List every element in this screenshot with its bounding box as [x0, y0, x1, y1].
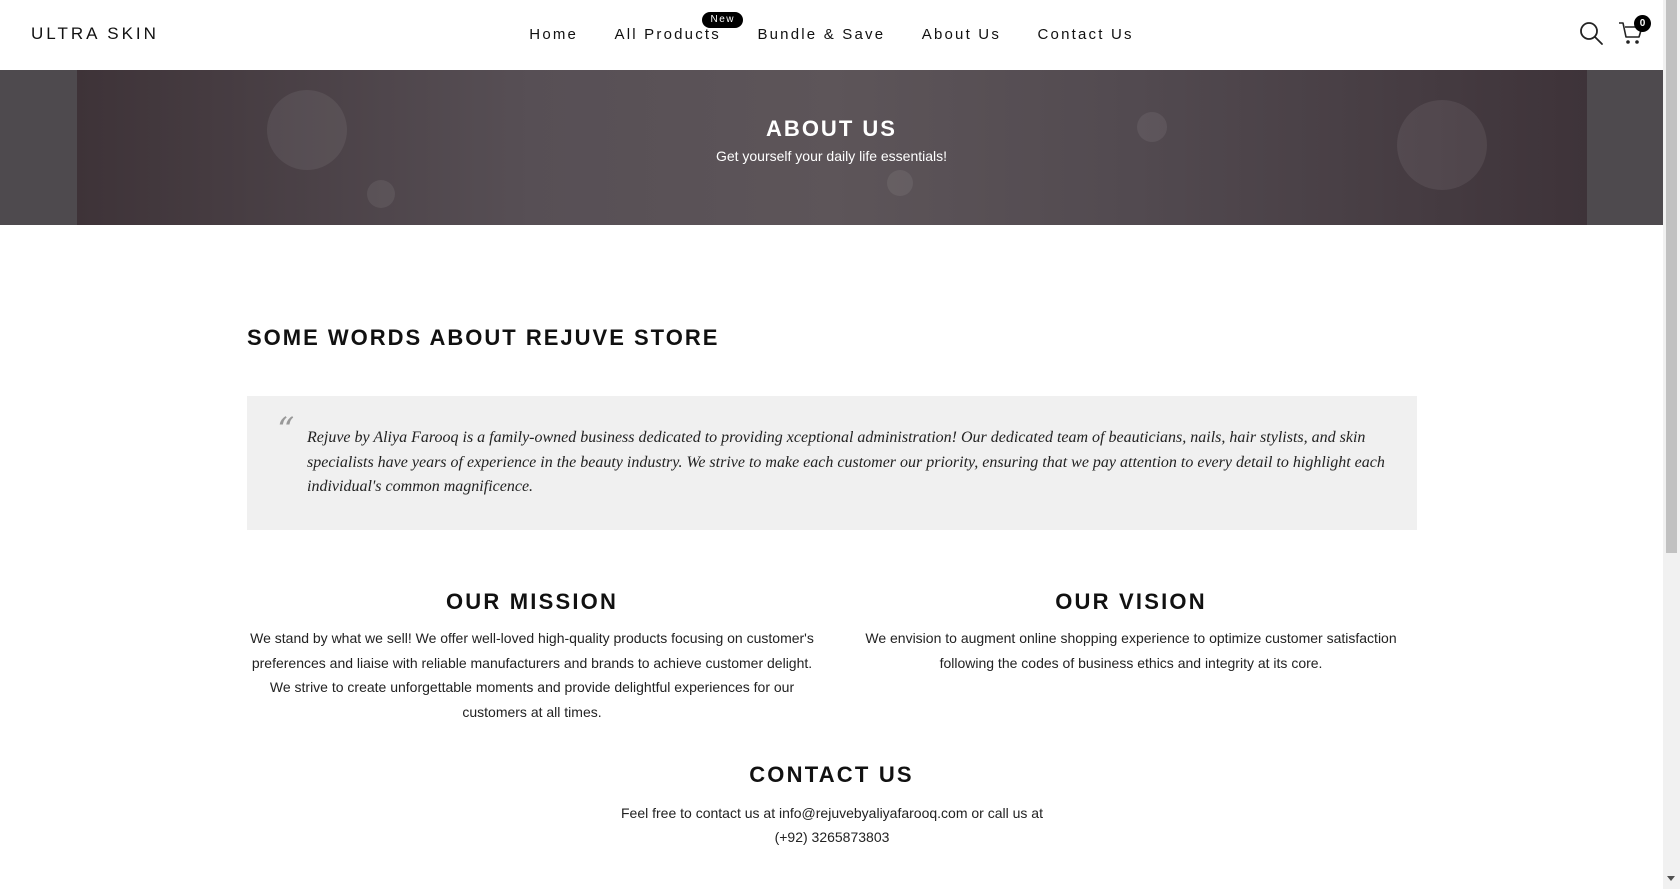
quote-icon: “	[277, 410, 295, 450]
scroll-down-arrow-icon[interactable]	[1667, 876, 1675, 881]
hero-banner: ABOUT US Get yourself your daily life es…	[0, 70, 1663, 225]
cart-count-badge: 0	[1634, 15, 1651, 32]
nav-about-us[interactable]: About Us	[922, 26, 1001, 43]
nav-bundle-save[interactable]: Bundle & Save	[757, 26, 885, 43]
nav-home[interactable]: Home	[529, 26, 578, 43]
nav-contact-us[interactable]: Contact Us	[1038, 26, 1134, 43]
nav-all-products[interactable]: All Products New	[614, 12, 743, 43]
mission-text: We stand by what we sell! We offer well-…	[250, 630, 814, 720]
page-scrollbar[interactable]	[1663, 0, 1680, 889]
page-subtitle: Get yourself your daily life essentials!	[715, 148, 948, 164]
new-badge: New	[702, 12, 743, 28]
about-quote-box: “ Rejuve by Aliya Farooq is a family-own…	[247, 396, 1417, 530]
contact-text: Feel free to contact us at info@rejuveby…	[621, 805, 1043, 845]
nav-all-products-label: All Products	[614, 26, 721, 43]
mission-title: OUR MISSION	[445, 589, 619, 614]
scrollbar-thumb[interactable]	[1666, 0, 1677, 553]
header-icons: 0	[1578, 15, 1658, 48]
site-header: ULTRA SKIN Home All Products New Bundle …	[0, 0, 1663, 70]
vision-title: OUR VISION	[1055, 589, 1207, 614]
contact-title: CONTACT US	[749, 762, 914, 787]
about-heading: SOME WORDS ABOUT REJUVE STORE	[247, 325, 720, 350]
vision-text: We envision to augment online shopping e…	[865, 630, 1397, 671]
bokeh-decoration	[1397, 100, 1487, 190]
main-nav: Home All Products New Bundle & Save Abou…	[0, 12, 1663, 44]
page-title: ABOUT US	[766, 116, 897, 141]
bokeh-decoration	[887, 170, 913, 196]
bokeh-decoration	[367, 180, 395, 208]
about-quote-text: Rejuve by Aliya Farooq is a family-owned…	[307, 429, 1385, 495]
search-icon[interactable]	[1578, 20, 1604, 46]
